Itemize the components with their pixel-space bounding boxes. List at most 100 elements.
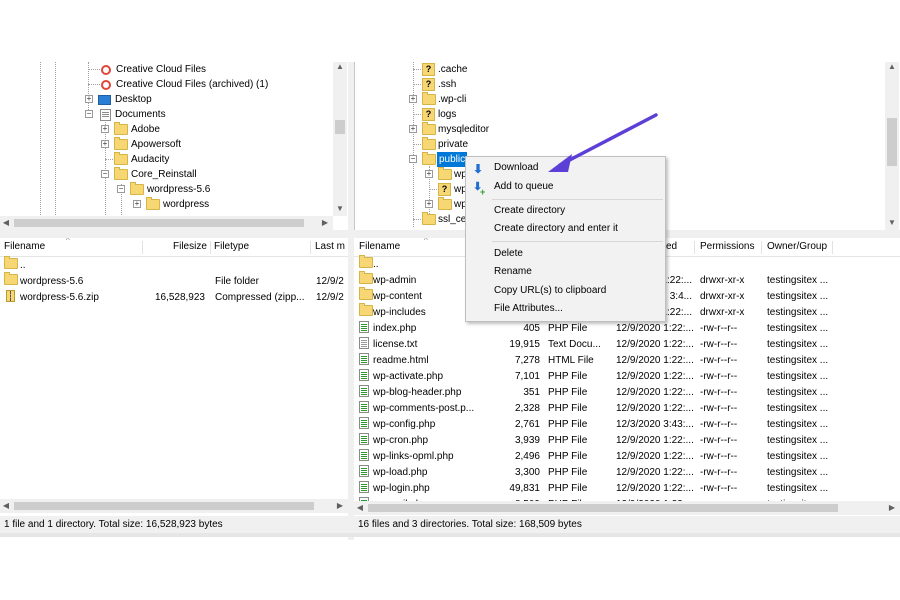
file-row[interactable]: .. xyxy=(0,256,348,274)
scroll-down-icon[interactable]: ▼ xyxy=(886,216,898,230)
expand-icon[interactable]: + xyxy=(409,125,417,133)
scroll-up-icon[interactable]: ▲ xyxy=(886,62,898,74)
collapse-icon[interactable]: − xyxy=(409,155,417,163)
horizontal-scrollbar[interactable]: ◀ ▶ xyxy=(0,216,333,230)
expand-icon[interactable]: + xyxy=(133,200,141,208)
menu-item-create-directory[interactable]: Create directory xyxy=(466,202,665,220)
file-row[interactable]: index.php 405 PHP File 12/9/2020 1:22:... -r… xyxy=(354,321,900,337)
scrollbar-thumb[interactable] xyxy=(14,219,304,227)
scrollbar-thumb[interactable] xyxy=(14,502,314,510)
tree-item-label: ssl_ce xyxy=(438,214,467,225)
tree-item-wordpress-5-6[interactable]: − wordpress-5.6 xyxy=(0,182,330,197)
expand-icon[interactable]: + xyxy=(101,140,109,148)
file-row[interactable]: readme.html 7,278 HTML File 12/9/2020 1:22:… xyxy=(354,353,900,369)
scroll-down-icon[interactable]: ▼ xyxy=(334,202,346,216)
scroll-right-icon[interactable]: ▶ xyxy=(319,216,331,230)
tree-item-adobe[interactable]: + Adobe xyxy=(0,122,330,137)
unknown-folder-icon: ? xyxy=(422,108,435,121)
file-size: 2,496 xyxy=(514,451,540,462)
file-permissions: drwxr-xr-x xyxy=(700,291,745,302)
tree-item-apowersoft[interactable]: + Apowersoft xyxy=(0,137,330,152)
expand-icon[interactable]: + xyxy=(409,95,417,103)
menu-item-copy-urls[interactable]: Copy URL(s) to clipboard xyxy=(466,282,665,300)
vertical-scrollbar[interactable]: ▲ ▼ xyxy=(885,62,899,230)
menu-item-label: Delete xyxy=(494,248,523,259)
file-row[interactable]: wp-activate.php 7,101 PHP File 12/9/2020 1:… xyxy=(354,369,900,385)
menu-item-rename[interactable]: Rename xyxy=(466,263,665,281)
local-file-list[interactable]: Filename ^ Filesize Filetype Last m .. w… xyxy=(0,238,348,516)
tree-item-creative-cloud-archived[interactable]: Creative Cloud Files (archived) (1) xyxy=(0,77,330,92)
menu-item-add-to-queue[interactable]: ⬇ + Add to queue xyxy=(466,178,665,197)
scrollbar-thumb[interactable] xyxy=(335,120,345,134)
column-header-last-modified[interactable]: ed xyxy=(666,238,677,256)
folder-icon xyxy=(146,197,160,210)
file-row[interactable]: wp-blog-header.php 351 PHP File 12/9/2020 1… xyxy=(354,385,900,401)
horizontal-scrollbar[interactable]: ◀ ▶ xyxy=(0,499,348,513)
tree-item-audacity[interactable]: Audacity xyxy=(0,152,330,167)
scrollbar-thumb[interactable] xyxy=(368,504,838,512)
file-row[interactable]: wp-comments-post.p... 2,328 PHP File 12/9/2… xyxy=(354,401,900,417)
file-modified: 12/9/2 xyxy=(316,276,344,287)
folder-icon xyxy=(4,256,18,269)
file-row[interactable]: wp-cron.php 3,939 PHP File 12/9/2020 1:22:.… xyxy=(354,433,900,449)
scroll-up-icon[interactable]: ▲ xyxy=(334,62,346,74)
vertical-scrollbar[interactable]: ▲ ▼ xyxy=(333,62,347,216)
scroll-right-icon[interactable]: ▶ xyxy=(334,499,346,513)
column-header-last-modified[interactable]: Last m xyxy=(315,238,345,256)
tree-item-label: Core_Reinstall xyxy=(131,169,197,180)
column-header-filename[interactable]: Filename xyxy=(359,238,400,256)
local-directory-tree[interactable]: Creative Cloud Files Creative Cloud File… xyxy=(0,62,349,230)
file-modified: 12/9/2020 1:22:... xyxy=(616,483,694,494)
column-header-owner-group[interactable]: Owner/Group xyxy=(767,238,827,256)
remote-tree-item-cache[interactable]: ? .cache xyxy=(355,62,875,77)
menu-item-label: Rename xyxy=(494,266,532,277)
collapse-icon[interactable]: − xyxy=(117,185,125,193)
menu-item-create-directory-enter[interactable]: Create directory and enter it xyxy=(466,220,665,238)
php-icon xyxy=(359,417,369,429)
scroll-left-icon[interactable]: ◀ xyxy=(0,499,12,513)
column-header-permissions[interactable]: Permissions xyxy=(700,238,754,256)
expand-icon[interactable]: + xyxy=(425,170,433,178)
file-row[interactable]: wordpress-5.6.zip 16,528,923 Compressed … xyxy=(0,290,348,306)
horizontal-scrollbar[interactable]: ◀ ▶ xyxy=(354,501,900,515)
file-row[interactable]: wp-load.php 3,300 PHP File 12/9/2020 1:22:.… xyxy=(354,465,900,481)
sort-ascending-icon: ^ xyxy=(66,238,70,245)
tree-item-desktop[interactable]: + Desktop xyxy=(0,92,330,107)
scroll-right-icon[interactable]: ▶ xyxy=(886,501,898,515)
collapse-icon[interactable]: − xyxy=(101,170,109,178)
menu-item-file-attributes[interactable]: File Attributes... xyxy=(466,300,665,318)
folder-icon xyxy=(438,197,452,210)
scroll-left-icon[interactable]: ◀ xyxy=(354,501,366,515)
remote-tree-item-ssh[interactable]: ? .ssh xyxy=(355,77,875,92)
pane-splitter[interactable] xyxy=(0,230,900,238)
file-name: license.txt xyxy=(373,339,418,350)
expand-icon[interactable]: + xyxy=(85,95,93,103)
folder-icon xyxy=(438,167,452,180)
collapse-icon[interactable]: − xyxy=(85,110,93,118)
remote-tree-item-wp-cli[interactable]: + .wp-cli xyxy=(355,92,875,107)
file-row[interactable]: license.txt 19,915 Text Docu... 12/9/2020 1… xyxy=(354,337,900,353)
expand-icon[interactable]: + xyxy=(101,125,109,133)
local-status-bar: 1 file and 1 directory. Total size: 16,5… xyxy=(0,516,348,533)
file-row[interactable]: wordpress-5.6 File folder 12/9/2 xyxy=(0,272,348,290)
text-icon xyxy=(359,337,369,349)
tree-item-wordpress[interactable]: + wordpress xyxy=(0,197,330,212)
tree-item-creative-cloud-files[interactable]: Creative Cloud Files xyxy=(0,62,330,77)
file-row[interactable]: wp-login.php 49,831 PHP File 12/9/2020 1:22… xyxy=(354,481,900,497)
scrollbar-thumb[interactable] xyxy=(887,118,897,166)
menu-item-delete[interactable]: Delete xyxy=(466,245,665,263)
file-size: 7,101 xyxy=(514,371,540,382)
file-owner: testingsitex ... xyxy=(767,483,829,494)
file-row[interactable]: wp-config.php 2,761 PHP File 12/3/2020 3:43… xyxy=(354,417,900,433)
scroll-left-icon[interactable]: ◀ xyxy=(0,216,12,230)
column-header-filename[interactable]: Filename xyxy=(4,238,45,256)
folder-icon xyxy=(422,92,436,105)
expand-icon[interactable]: + xyxy=(425,200,433,208)
file-row[interactable]: wp-links-opml.php 2,496 PHP File 12/9/2020 … xyxy=(354,449,900,465)
column-header-filesize[interactable]: Filesize xyxy=(173,238,207,256)
tree-item-core-reinstall[interactable]: − Core_Reinstall xyxy=(0,167,330,182)
tree-item-label: wordpress xyxy=(163,199,210,210)
column-header-filetype[interactable]: Filetype xyxy=(214,238,249,256)
tree-item-documents[interactable]: − Documents xyxy=(0,107,330,122)
folder-icon xyxy=(114,122,128,135)
